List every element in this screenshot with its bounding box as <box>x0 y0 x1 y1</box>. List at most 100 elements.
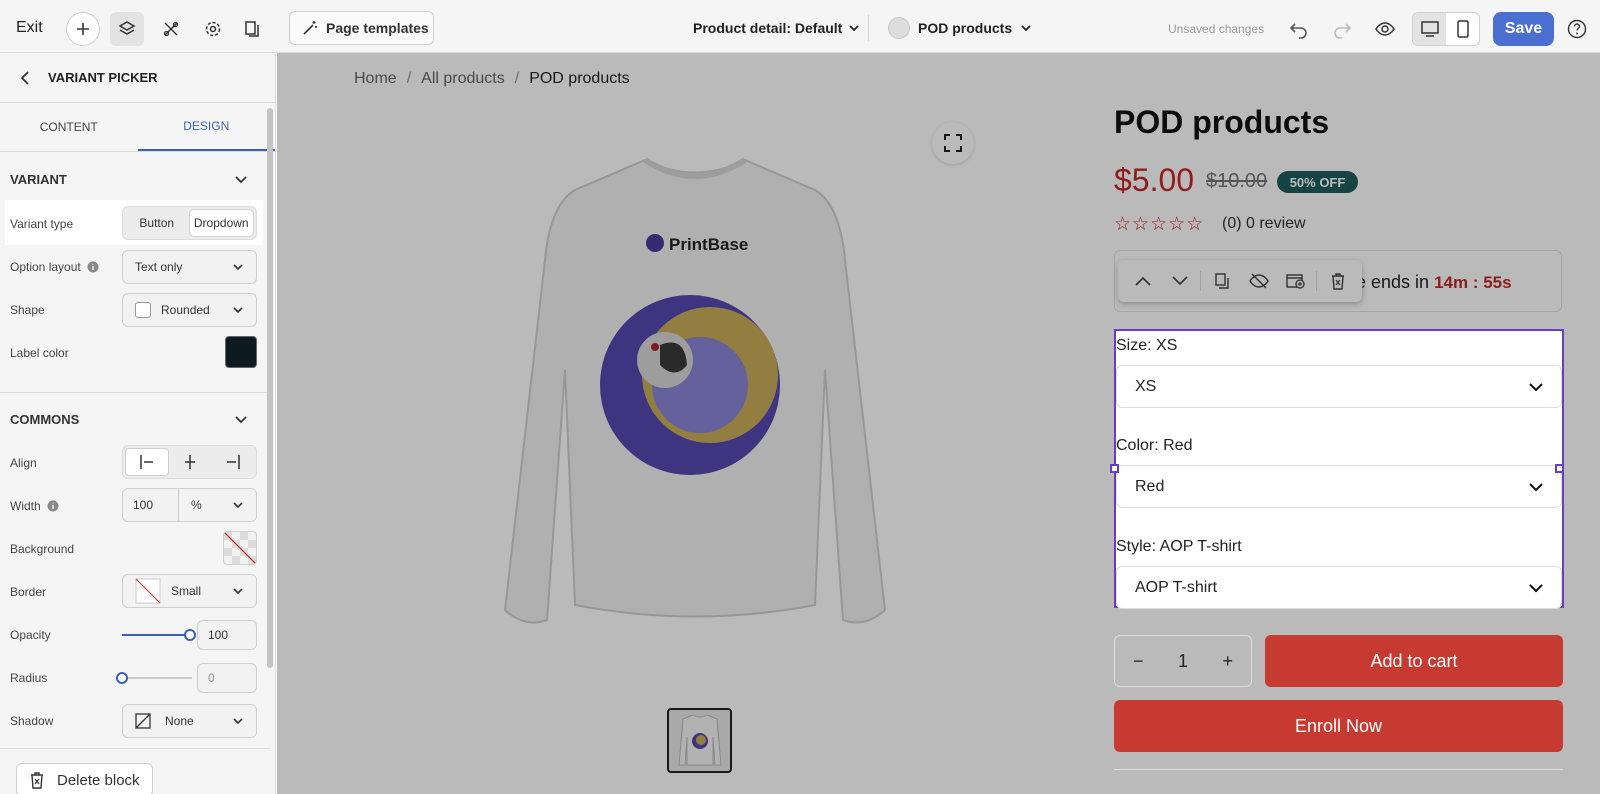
enroll-now-button[interactable]: Enroll Now <box>1114 700 1563 752</box>
align-center-button[interactable] <box>169 448 211 476</box>
variant-label-style: Style: AOP T-shirt <box>1116 538 1242 555</box>
delete-button[interactable] <box>1319 266 1356 296</box>
quantity-stepper: − 1 + <box>1114 635 1252 687</box>
variant-select-style[interactable]: AOP T-shirt <box>1116 566 1562 609</box>
sidebar-scrollbar[interactable] <box>267 108 273 668</box>
variant-section-title: VARIANT <box>10 172 67 187</box>
review-count[interactable]: (0) 0 review <box>1222 215 1306 233</box>
layers-icon <box>118 21 136 35</box>
chevron-down-icon <box>1171 276 1188 286</box>
preview-button[interactable] <box>1372 16 1398 42</box>
quantity-increase-button[interactable]: + <box>1222 651 1233 672</box>
desktop-view-button[interactable] <box>1413 13 1446 45</box>
divider <box>0 748 270 749</box>
background-label: Background <box>10 542 75 556</box>
tab-design[interactable]: DESIGN <box>137 103 275 151</box>
help-icon <box>1567 19 1587 39</box>
undo-button[interactable] <box>1286 16 1312 42</box>
align-left-button[interactable] <box>125 448 170 476</box>
radius-input[interactable]: 0 <box>197 663 257 693</box>
resize-handle-right[interactable] <box>1555 464 1564 473</box>
opacity-slider-handle[interactable] <box>184 629 196 641</box>
move-up-button[interactable] <box>1124 266 1161 296</box>
add-to-cart-button[interactable]: Add to cart <box>1265 635 1563 687</box>
layers-button[interactable] <box>110 12 144 46</box>
mobile-view-button[interactable] <box>1446 13 1479 45</box>
breadcrumb-separator: / <box>514 70 520 87</box>
resize-handle-left[interactable] <box>1110 464 1119 473</box>
opacity-slider[interactable] <box>122 629 196 641</box>
countdown-label: e ends in <box>1356 272 1430 292</box>
align-right-button[interactable] <box>212 448 254 476</box>
delete-block-button[interactable]: Delete block <box>16 763 153 794</box>
opacity-input[interactable]: 100 <box>197 620 257 650</box>
align-right-icon <box>226 455 240 469</box>
rounded-shape-icon <box>135 302 151 318</box>
radius-slider[interactable] <box>116 672 192 684</box>
width-unit-value: % <box>191 498 202 512</box>
redo-button[interactable] <box>1329 16 1355 42</box>
background-color-swatch[interactable] <box>223 531 257 565</box>
product-thumbnail[interactable] <box>667 708 732 773</box>
label-color-swatch[interactable] <box>225 336 257 368</box>
variant-type-dropdown-option[interactable]: Dropdown <box>188 209 254 237</box>
chevron-down-icon <box>233 502 243 509</box>
store-selector[interactable]: POD products <box>888 17 1032 39</box>
variant-select-style-value: AOP T-shirt <box>1135 578 1218 596</box>
shadow-select[interactable]: None <box>122 704 257 738</box>
trash-icon <box>31 772 43 789</box>
duplicate-button[interactable] <box>1203 266 1240 296</box>
top-toolbar: Exit Page templates Product detail: Defa… <box>0 0 1600 53</box>
store-selector-label: POD products <box>918 20 1013 36</box>
settings-button[interactable] <box>196 12 230 46</box>
variant-select-size[interactable]: XS <box>1116 365 1562 408</box>
variant-picker-block[interactable]: Size: XS XS Color: Red Red Style: AOP T-… <box>1114 329 1564 609</box>
delete-block-label: Delete block <box>57 771 140 789</box>
quantity-decrease-button[interactable]: − <box>1133 651 1144 672</box>
page-selector[interactable]: Product detail: Default <box>693 20 860 36</box>
save-button[interactable]: Save <box>1493 12 1554 46</box>
align-left-icon <box>140 455 154 469</box>
hide-button[interactable] <box>1240 266 1277 296</box>
variant-select-color[interactable]: Red <box>1116 465 1562 508</box>
breadcrumb-all-products[interactable]: All products <box>421 70 505 88</box>
apps-button[interactable] <box>154 12 188 46</box>
tab-content[interactable]: CONTENT <box>0 103 138 151</box>
move-down-button[interactable] <box>1161 266 1198 296</box>
option-layout-value: Text only <box>135 260 183 274</box>
width-unit-select[interactable]: % <box>179 489 256 521</box>
save-as-template-button[interactable] <box>1277 266 1314 296</box>
align-center-icon <box>185 455 196 469</box>
chevron-down-icon[interactable] <box>234 414 248 426</box>
variant-label-color: Color: Red <box>1116 437 1193 454</box>
border-select[interactable]: Small <box>122 574 257 608</box>
add-button[interactable] <box>66 12 100 46</box>
sidebar-title: VARIANT PICKER <box>48 70 158 85</box>
shape-select[interactable]: Rounded <box>122 293 257 327</box>
chevron-down-icon <box>1021 25 1031 32</box>
no-border-icon <box>135 578 161 604</box>
chevron-down-icon[interactable] <box>234 174 248 186</box>
chevron-down-icon <box>1529 382 1543 391</box>
chevron-down-icon <box>1529 482 1543 491</box>
help-button[interactable] <box>1566 18 1588 40</box>
pages-button[interactable] <box>235 12 269 46</box>
opacity-label: Opacity <box>10 628 51 642</box>
section-divider <box>0 392 267 393</box>
rating-stars: ☆☆☆☆☆ <box>1114 214 1205 235</box>
option-layout-select[interactable]: Text only <box>122 250 257 284</box>
product-image[interactable]: PrintBase <box>495 150 895 650</box>
variant-select-color-value: Red <box>1135 477 1165 495</box>
back-arrow-icon[interactable] <box>20 70 30 85</box>
page-templates-button[interactable]: Page templates <box>289 11 434 45</box>
fullscreen-button[interactable] <box>932 122 974 164</box>
radius-slider-handle[interactable] <box>116 672 128 684</box>
width-input[interactable]: 100 <box>123 489 179 521</box>
shape-label: Shape <box>10 303 45 317</box>
chevron-down-icon <box>1529 583 1543 592</box>
variant-type-button-option[interactable]: Button <box>125 209 189 237</box>
quantity-value[interactable]: 1 <box>1178 651 1188 672</box>
exit-button[interactable]: Exit <box>16 19 43 37</box>
magic-wand-icon <box>303 21 317 35</box>
breadcrumb-home[interactable]: Home <box>354 70 397 88</box>
